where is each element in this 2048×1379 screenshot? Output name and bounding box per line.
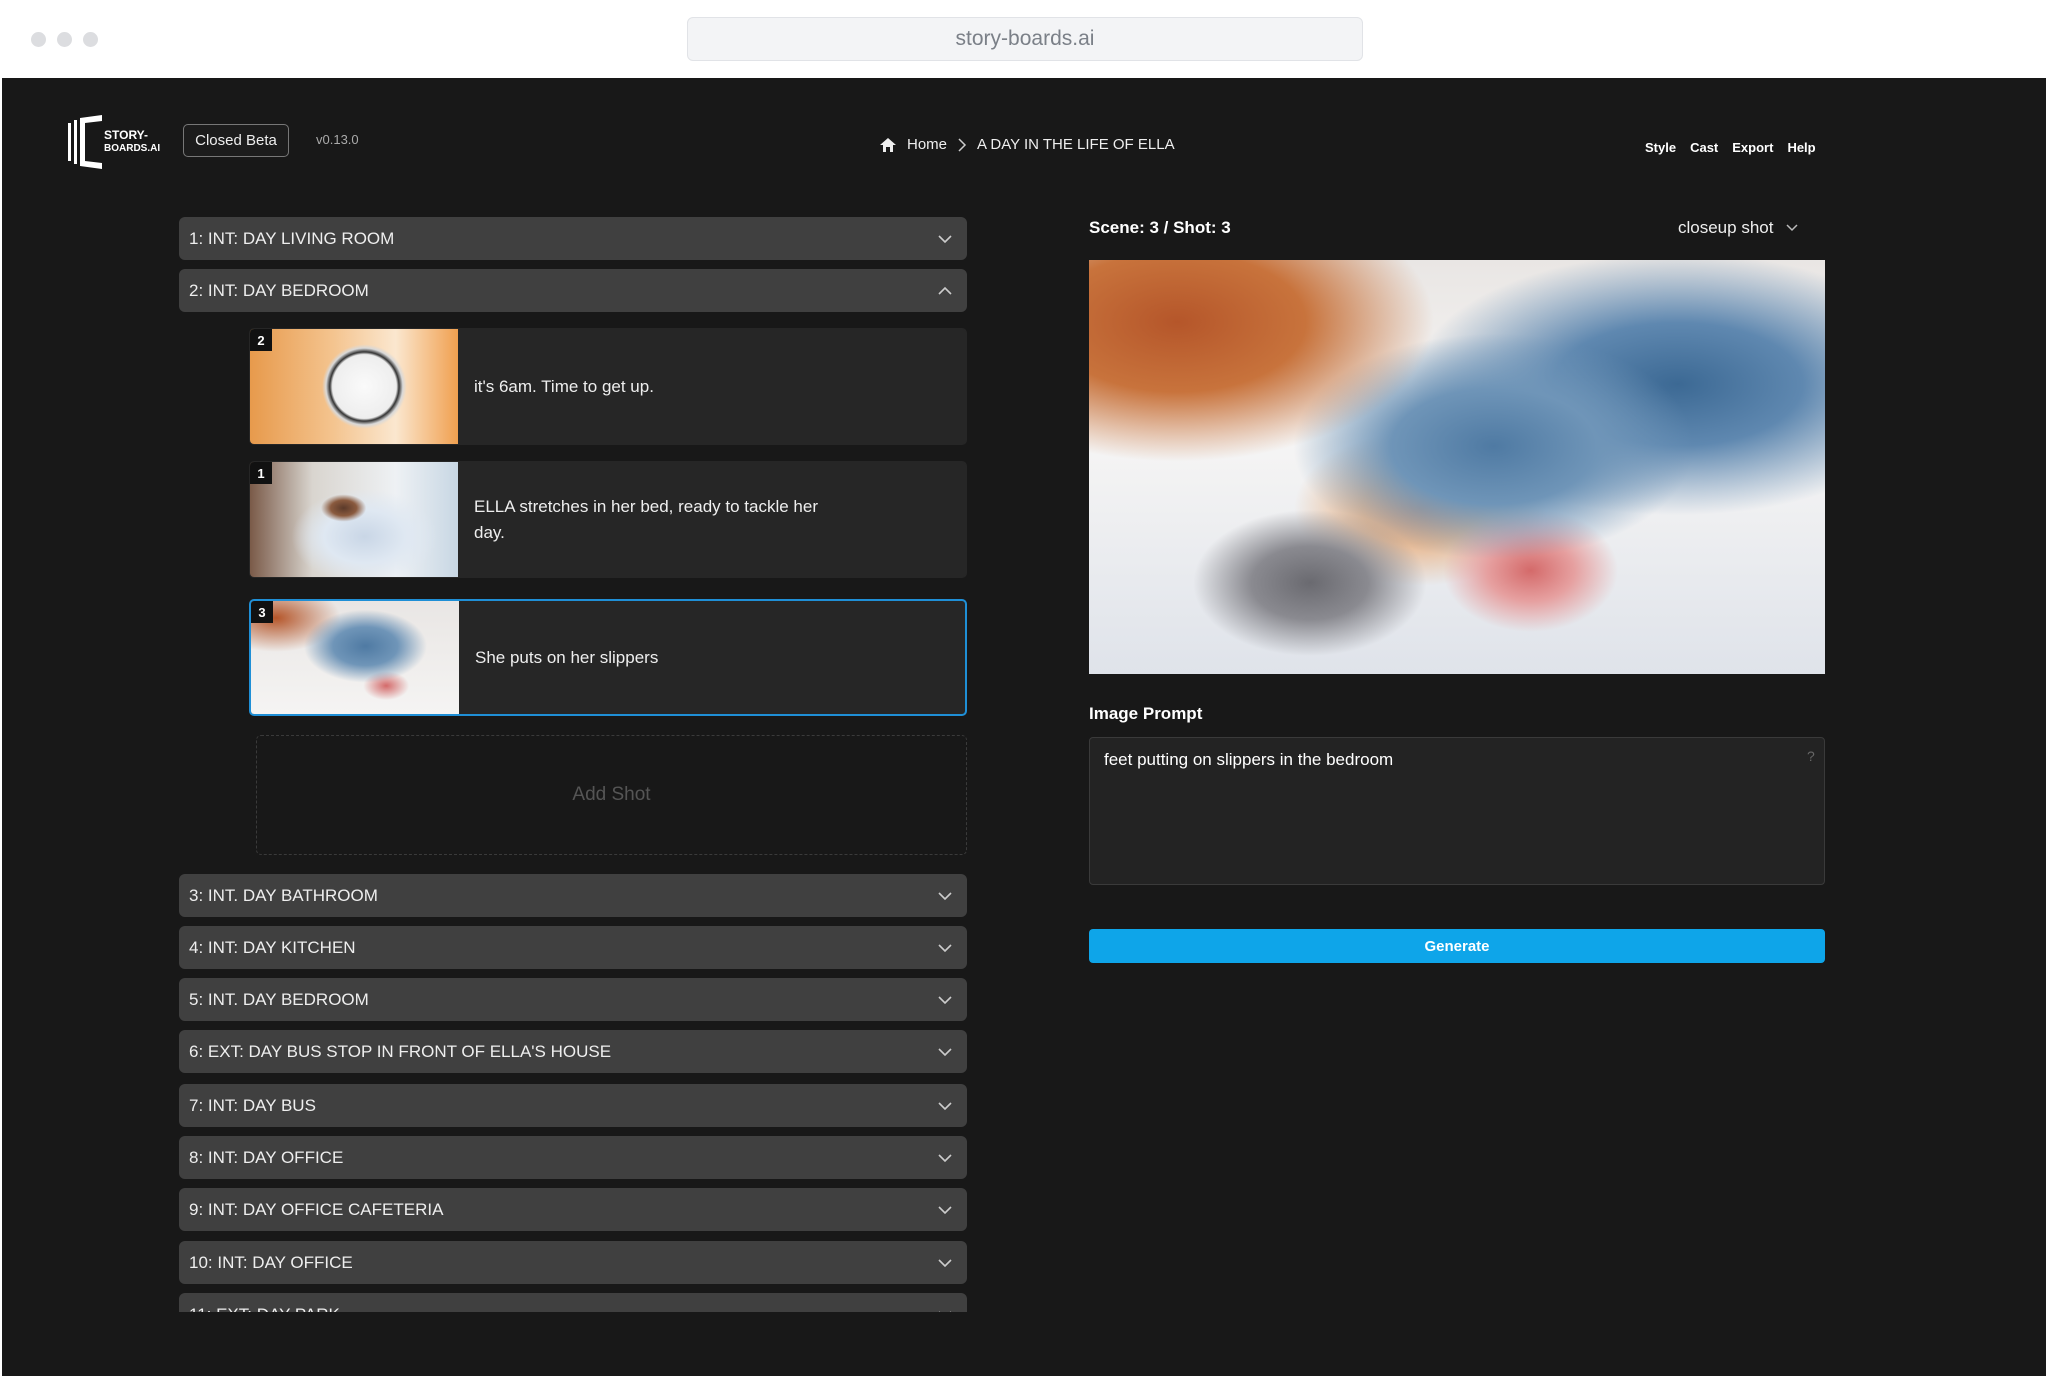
shot-thumbnail-slippers: 3 — [251, 601, 459, 714]
scene-title: 11: EXT: DAY PARK — [189, 1305, 340, 1313]
scene-title: 1: INT: DAY LIVING ROOM — [189, 228, 395, 248]
shot-thumbnail-alarm-clock: 2 — [250, 329, 458, 444]
scene-title: 2: INT: DAY BEDROOM — [189, 280, 369, 300]
shot-number: 1 — [250, 462, 272, 484]
nav-cast[interactable]: Cast — [1690, 140, 1718, 155]
chevron-down-icon[interactable] — [935, 886, 955, 906]
shot-description: it's 6am. Time to get up. — [474, 376, 654, 396]
shot-type-value: closeup shot — [1678, 218, 1774, 237]
shot-card[interactable]: 1 ELLA stretches in her bed, ready to ta… — [249, 461, 967, 578]
chevron-down-icon[interactable] — [935, 1305, 955, 1313]
chevron-down-icon[interactable] — [935, 938, 955, 958]
scene-shot-label: Scene: 3 / Shot: 3 — [1089, 218, 1231, 237]
scene-title: 9: INT: DAY OFFICE CAFETERIA — [189, 1199, 444, 1219]
browser-chrome: story-boards.ai — [0, 0, 2048, 78]
chevron-down-icon[interactable] — [935, 229, 955, 249]
shot-image-preview — [1089, 260, 1825, 674]
scene-row[interactable]: 6: EXT: DAY BUS STOP IN FRONT OF ELLA'S … — [179, 1030, 967, 1073]
generate-button[interactable]: Generate — [1089, 929, 1825, 963]
scene-row[interactable]: 1: INT: DAY LIVING ROOM — [179, 217, 967, 260]
window-maximize-dot[interactable] — [83, 32, 98, 47]
scene-title: 6: EXT: DAY BUS STOP IN FRONT OF ELLA'S … — [189, 1041, 612, 1061]
chevron-down-icon[interactable] — [935, 1042, 955, 1062]
scene-row[interactable]: 2: INT: DAY BEDROOM — [179, 269, 967, 312]
help-icon[interactable]: ? — [1807, 748, 1815, 764]
shot-number: 2 — [250, 329, 272, 351]
scene-row[interactable]: 4: INT: DAY KITCHEN — [179, 926, 967, 969]
window-minimize-dot[interactable] — [57, 32, 72, 47]
chevron-down-icon[interactable] — [935, 1253, 955, 1273]
scene-row[interactable]: 7: INT: DAY BUS — [179, 1084, 967, 1127]
nav-export[interactable]: Export — [1732, 140, 1773, 155]
scene-title: 3: INT. DAY BATHROOM — [189, 885, 378, 905]
scene-row[interactable]: 10: INT: DAY OFFICE — [179, 1241, 967, 1284]
shot-description: She puts on her slippers — [475, 647, 659, 667]
chevron-down-icon — [1786, 224, 1798, 232]
window-close-dot[interactable] — [31, 32, 46, 47]
chevron-down-icon[interactable] — [935, 1200, 955, 1220]
scene-row[interactable]: 9: INT: DAY OFFICE CAFETERIA — [179, 1188, 967, 1231]
shot-card[interactable]: 2 it's 6am. Time to get up. — [249, 328, 967, 445]
scene-row[interactable]: 3: INT. DAY BATHROOM — [179, 874, 967, 917]
chevron-down-icon[interactable] — [935, 1148, 955, 1168]
top-nav: Style Cast Export Help — [1645, 140, 1816, 155]
chevron-down-icon[interactable] — [935, 1096, 955, 1116]
scene-title: 7: INT: DAY BUS — [189, 1095, 316, 1115]
app: STORY- BOARDS.AI Closed Beta v0.13.0 Hom… — [2, 78, 2046, 1376]
image-prompt-label: Image Prompt — [1089, 704, 1203, 723]
shot-card-selected[interactable]: 3 She puts on her slippers — [249, 599, 967, 716]
chevron-down-icon[interactable] — [935, 990, 955, 1010]
image-prompt-input[interactable]: feet putting on slippers in the bedroom — [1089, 737, 1825, 885]
scene-row[interactable]: 5: INT. DAY BEDROOM — [179, 978, 967, 1021]
scene-list: 1: INT: DAY LIVING ROOM 2: INT: DAY BEDRO… — [2, 78, 1002, 1312]
url-bar[interactable]: story-boards.ai — [687, 17, 1363, 61]
scene-title: 4: INT: DAY KITCHEN — [189, 937, 356, 957]
breadcrumb-current: A DAY IN THE LIFE OF ELLA — [977, 136, 1175, 153]
nav-style[interactable]: Style — [1645, 140, 1676, 155]
scene-title: 10: INT: DAY OFFICE — [189, 1252, 353, 1272]
scene-title: 5: INT. DAY BEDROOM — [189, 989, 369, 1009]
shot-type-dropdown[interactable]: closeup shot — [1678, 218, 1799, 238]
shot-description: ELLA stretches in her bed, ready to tack… — [474, 496, 818, 542]
scene-title: 8: INT: DAY OFFICE — [189, 1147, 344, 1167]
scene-row[interactable]: 8: INT: DAY OFFICE — [179, 1136, 967, 1179]
shot-thumbnail-ella-bed: 1 — [250, 462, 458, 577]
nav-help[interactable]: Help — [1787, 140, 1815, 155]
chevron-up-icon[interactable] — [935, 281, 955, 301]
add-shot-button[interactable]: Add Shot — [256, 735, 967, 855]
shot-number: 3 — [251, 601, 273, 623]
scene-row[interactable]: 11: EXT: DAY PARK — [179, 1293, 967, 1312]
